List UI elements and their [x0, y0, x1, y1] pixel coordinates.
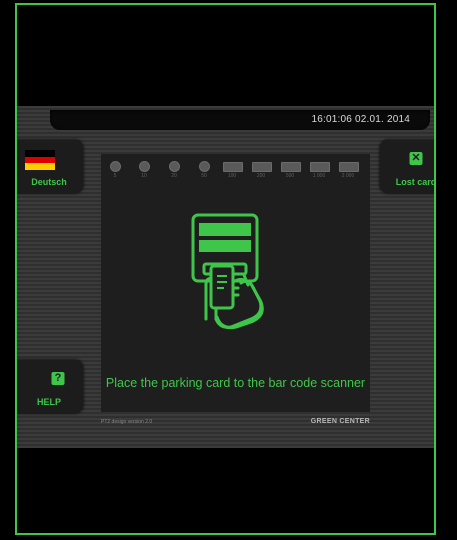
denomination-label: 50 — [201, 173, 207, 179]
denomination-bar: 5 10 20 50 100 200 500 1 000 2 000 — [101, 154, 370, 184]
brand-logo: GREEN CENTER — [310, 418, 370, 425]
card-scanner-hand-icon — [191, 213, 264, 329]
instruction-text: Place the parking card to the bar code s… — [105, 376, 366, 390]
language-button[interactable]: Deutsch — [17, 140, 83, 193]
denomination-label: 10 — [141, 173, 147, 179]
top-status-bar: 16:01:06 02.01. 2014 — [50, 110, 430, 130]
denomination-label: 100 — [227, 173, 237, 179]
x-icon: ✕ — [409, 152, 423, 165]
denomination-label: 5 — [113, 173, 117, 179]
datetime-display: 16:01:06 02.01. 2014 — [311, 114, 410, 125]
denomination-label: 1 000 — [312, 173, 326, 179]
question-icon: ? — [51, 372, 65, 385]
denomination-label: 20 — [171, 173, 177, 179]
help-button[interactable]: ? HELP — [17, 360, 83, 413]
language-label: Deutsch — [31, 177, 67, 187]
banknote-icon — [281, 162, 301, 172]
coin-icon — [169, 161, 180, 172]
banknote-icon — [252, 162, 272, 172]
banknote-icon — [310, 162, 330, 172]
german-flag-icon — [25, 150, 55, 170]
banknote-icon — [223, 162, 243, 172]
lost-card-label: Lost card — [395, 177, 434, 187]
banknote-icon — [339, 162, 359, 172]
coin-icon — [110, 161, 121, 172]
main-screen — [101, 154, 370, 412]
denomination-label: 2 000 — [341, 173, 355, 179]
version-text: PT2 design version 2.0 — [101, 419, 153, 425]
coin-icon — [199, 161, 210, 172]
kiosk-panel: 16:01:06 02.01. 2014 Deutsch ? HELP ✕ Lo… — [17, 106, 434, 448]
coin-icon — [139, 161, 150, 172]
denomination-label: 500 — [285, 173, 295, 179]
lost-card-button[interactable]: ✕ Lost card — [380, 140, 434, 193]
help-label: HELP — [36, 397, 61, 407]
denomination-label: 200 — [256, 173, 266, 179]
